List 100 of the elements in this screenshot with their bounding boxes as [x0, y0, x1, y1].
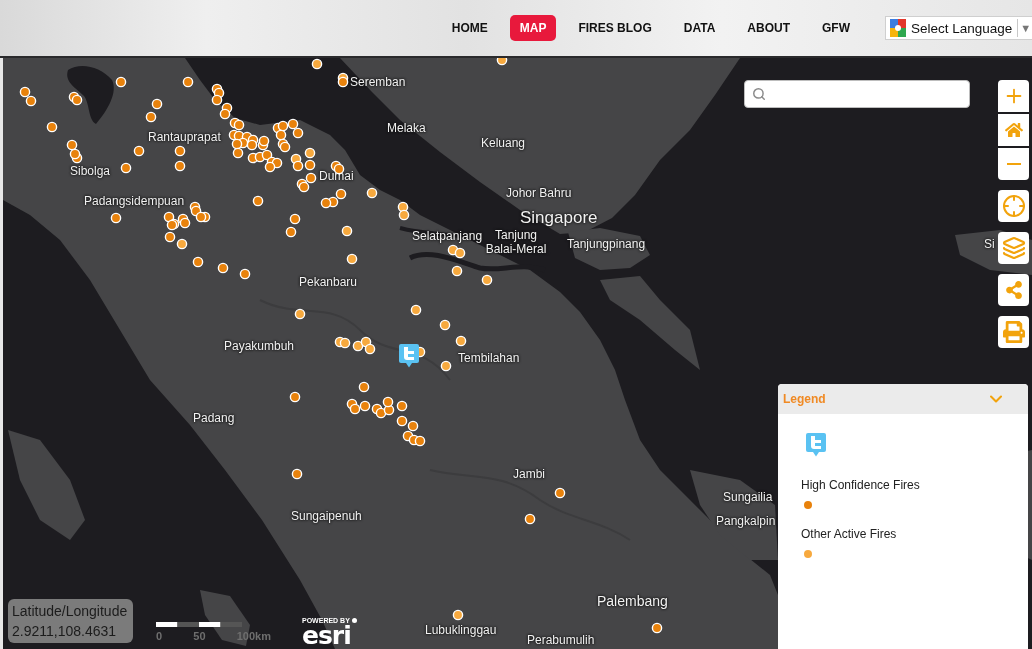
- place-label: Seremban: [350, 76, 406, 90]
- place-label: Si: [984, 238, 995, 252]
- fire-dot-icon: [291, 468, 303, 480]
- fire-dot-icon: [396, 400, 408, 412]
- fire-dot-icon: [192, 256, 204, 268]
- nav-link[interactable]: DATA: [673, 15, 726, 41]
- coordinates-value: 2.9211,108.4631: [12, 623, 118, 639]
- zoom-in-button[interactable]: [998, 80, 1029, 112]
- fire-dot-icon: [440, 360, 452, 372]
- place-label: Pekanbaru: [299, 276, 358, 290]
- fire-dot-icon: [233, 119, 245, 131]
- fire-dot-icon: [364, 343, 376, 355]
- legend-label: Other Active Fires: [801, 527, 897, 541]
- nav-link[interactable]: HOME: [441, 15, 498, 41]
- place-label: Sungaipenuh: [291, 510, 362, 524]
- social-pin-icon: [806, 433, 826, 457]
- fire-dot-icon: [524, 513, 536, 525]
- place-label: Tanjungpinang: [567, 238, 646, 252]
- fire-dot-icon: [176, 238, 188, 250]
- place-label: Pangkalpin: [716, 515, 776, 529]
- social-pin-icon: [399, 344, 419, 368]
- language-select[interactable]: Select Language ▼: [885, 16, 1032, 40]
- fire-dot-icon: [382, 396, 394, 408]
- fire-dot-icon: [232, 147, 244, 159]
- place-label: Sungailia: [723, 491, 773, 505]
- fire-dot-icon: [287, 118, 299, 130]
- home-button[interactable]: [998, 114, 1029, 146]
- fire-dot-icon: [133, 145, 145, 157]
- crosshair-icon: [1001, 194, 1026, 218]
- fire-dot-icon: [337, 76, 349, 88]
- fire-dot-icon: [346, 253, 358, 265]
- fire-dot-icon: [285, 226, 297, 238]
- fire-dot-icon: [246, 139, 258, 151]
- fire-dot-icon: [277, 120, 289, 132]
- place-label: Sibolga: [70, 165, 111, 179]
- fire-dot-icon: [398, 209, 410, 221]
- fire-dot-icon: [110, 212, 122, 224]
- fire-dot-icon: [396, 415, 408, 427]
- zoom-out-button[interactable]: [998, 148, 1029, 180]
- logo-wordmark: esri: [302, 624, 351, 648]
- share-icon: [1004, 281, 1023, 299]
- nav-link[interactable]: FIRES BLOG: [568, 15, 662, 41]
- fire-dot-icon: [25, 95, 37, 107]
- place-label: Melaka: [387, 122, 426, 136]
- nav-link[interactable]: ABOUT: [737, 15, 800, 41]
- place-label: Tembilahan: [458, 352, 520, 366]
- scale-label: 100km: [236, 630, 271, 642]
- search-icon: [752, 87, 766, 101]
- fire-dot-icon: [195, 211, 207, 223]
- fire-dot-icon: [252, 195, 264, 207]
- fire-dot-icon: [366, 187, 378, 199]
- fire-dot-icon: [258, 135, 270, 147]
- layers-button[interactable]: [998, 232, 1029, 264]
- fire-dot-icon: [164, 231, 176, 243]
- place-label: Selatpanjang: [412, 230, 483, 244]
- place-label: Palembang: [597, 592, 668, 610]
- fire-dot-icon: [375, 407, 387, 419]
- place-label: Keluang: [481, 137, 526, 151]
- fire-dot-icon: [292, 160, 304, 172]
- fire-dot-icon: [358, 381, 370, 393]
- fire-dot-icon: [352, 340, 364, 352]
- share-button[interactable]: [998, 274, 1029, 306]
- fire-dot-icon: [261, 149, 273, 161]
- place-label: Padang: [193, 412, 235, 426]
- locate-button[interactable]: [998, 190, 1029, 222]
- nav-link[interactable]: MAP: [509, 15, 557, 41]
- dot-icon: [351, 618, 357, 623]
- place-label: Rantauprapat: [148, 131, 221, 145]
- fire-dot-icon: [289, 213, 301, 225]
- scale-label: 0: [156, 630, 163, 642]
- nav-link[interactable]: GFW: [812, 15, 860, 41]
- fire-dot-icon: [145, 111, 157, 123]
- fire-dot-icon: [211, 94, 223, 106]
- scale-label: 50: [193, 630, 206, 642]
- fire-dot-icon: [115, 76, 127, 88]
- fire-dot-icon: [341, 225, 353, 237]
- fire-dot-icon: [407, 420, 419, 432]
- fire-dot-icon: [451, 265, 463, 277]
- fire-dot-icon: [410, 304, 422, 316]
- fire-dot-icon: [339, 337, 351, 349]
- legend-title: Legend: [783, 392, 826, 406]
- fire-dot-icon: [174, 145, 186, 157]
- fire-dot-icon: [182, 76, 194, 88]
- place-label: Perabumulih: [527, 634, 595, 648]
- fire-dot-icon: [66, 139, 78, 151]
- fire-dot-icon: [304, 147, 316, 159]
- fire-dot-icon: [439, 319, 451, 331]
- print-button[interactable]: [998, 316, 1029, 348]
- fire-dot-icon: [452, 609, 464, 621]
- place-label: Dumai: [319, 170, 354, 184]
- place-label: Padangsidempuan: [84, 195, 185, 209]
- fire-dot-icon: [292, 127, 304, 139]
- fire-dot-icon: [120, 162, 132, 174]
- fire-dot-icon: [219, 108, 231, 120]
- fire-dot-icon: [414, 435, 426, 447]
- fire-dot-icon: [289, 391, 301, 403]
- search-field[interactable]: [744, 80, 970, 108]
- fire-dot-icon: [294, 308, 306, 320]
- fire-dot-icon: [264, 161, 276, 173]
- fire-dot-icon: [46, 121, 58, 133]
